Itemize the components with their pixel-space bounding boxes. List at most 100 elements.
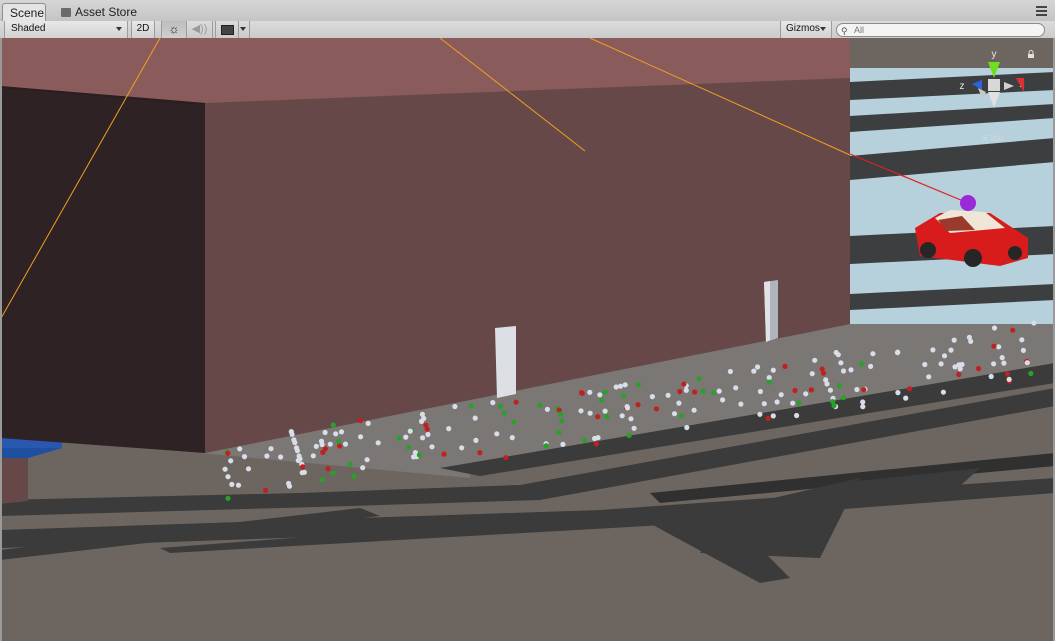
projection-toggle[interactable]: ≡ Iso bbox=[982, 133, 1004, 144]
particle-marker bbox=[225, 474, 231, 480]
scene-orientation-gizmo[interactable]: y z x bbox=[952, 48, 1036, 140]
particle-marker bbox=[624, 405, 631, 411]
tab-asset-store[interactable]: Asset Store bbox=[54, 3, 146, 21]
particle-marker bbox=[351, 473, 357, 479]
particle-marker bbox=[617, 383, 624, 389]
particle-marker bbox=[996, 344, 1002, 350]
particle-marker bbox=[604, 413, 610, 420]
particle-marker bbox=[556, 429, 562, 435]
gizmo-axis-z: z bbox=[960, 81, 965, 92]
particle-marker bbox=[716, 388, 722, 394]
gizmos-dropdown[interactable]: Gizmos bbox=[780, 21, 832, 38]
particle-marker bbox=[626, 432, 632, 439]
gizmos-label: Gizmos bbox=[786, 23, 820, 34]
particle-marker bbox=[848, 367, 854, 373]
particle-marker bbox=[1006, 376, 1012, 382]
chevron-down-icon bbox=[820, 27, 826, 31]
particle-marker bbox=[263, 487, 269, 493]
particle-marker bbox=[319, 477, 325, 483]
particle-marker bbox=[796, 400, 802, 406]
particle-marker bbox=[861, 387, 867, 393]
lighting-toggle-button[interactable]: ☼ bbox=[161, 21, 187, 38]
particle-marker bbox=[653, 406, 660, 412]
particle-marker bbox=[613, 384, 619, 390]
particle-marker bbox=[733, 385, 739, 391]
particle-marker bbox=[225, 495, 231, 501]
particle-marker bbox=[903, 395, 909, 401]
particle-marker bbox=[754, 364, 761, 370]
particle-marker bbox=[838, 360, 844, 366]
panel-menu-icon[interactable] bbox=[1036, 6, 1047, 16]
lock-icon[interactable] bbox=[1027, 50, 1035, 58]
particle-marker bbox=[827, 387, 834, 393]
particle-marker bbox=[365, 420, 371, 426]
particle-marker bbox=[968, 338, 974, 344]
particle-marker bbox=[803, 391, 809, 397]
toggle-2d-button[interactable]: 2D bbox=[131, 21, 155, 38]
menu-icon: ≡ bbox=[982, 133, 988, 144]
particle-marker bbox=[411, 454, 417, 460]
particle-marker bbox=[597, 392, 603, 398]
particle-marker bbox=[497, 403, 503, 409]
particle-marker bbox=[727, 368, 734, 375]
particle-marker bbox=[602, 408, 608, 414]
scene-render[interactable] bbox=[0, 38, 1055, 641]
gizmo-axis-y: y bbox=[992, 49, 997, 60]
particle-marker bbox=[956, 371, 962, 378]
particle-marker bbox=[396, 435, 402, 441]
particle-marker bbox=[264, 453, 270, 459]
particle-marker bbox=[587, 389, 593, 395]
image-icon bbox=[220, 25, 234, 35]
particle-marker bbox=[761, 401, 767, 407]
scene-toolbar: Shaded 2D ☼ ◀)) Gizmos ⚲ bbox=[0, 21, 1055, 39]
particle-marker bbox=[472, 415, 478, 421]
particle-marker bbox=[671, 411, 678, 417]
particle-marker bbox=[757, 388, 764, 395]
particle-marker bbox=[809, 371, 815, 377]
particle-marker bbox=[894, 350, 901, 356]
speaker-icon: ◀)) bbox=[191, 23, 208, 35]
particle-marker bbox=[424, 426, 430, 432]
particle-marker bbox=[922, 361, 928, 368]
particle-marker bbox=[868, 363, 874, 369]
particle-marker bbox=[222, 466, 228, 472]
particle-marker bbox=[325, 466, 331, 472]
particle-marker bbox=[991, 325, 998, 331]
particle-marker bbox=[360, 465, 366, 471]
tab-bar: Scene Asset Store bbox=[0, 0, 1055, 22]
search-input[interactable] bbox=[854, 24, 1034, 36]
particle-marker bbox=[782, 363, 788, 369]
particle-marker bbox=[619, 413, 625, 419]
effects-toggle-button[interactable] bbox=[215, 21, 239, 38]
particle-marker bbox=[511, 419, 517, 425]
particle-marker bbox=[1004, 371, 1011, 377]
particle-marker bbox=[860, 399, 866, 405]
particle-marker bbox=[792, 387, 798, 394]
tab-scene[interactable]: Scene bbox=[2, 3, 46, 21]
search-field[interactable]: ⚲ bbox=[836, 23, 1045, 37]
particle-marker bbox=[757, 411, 763, 417]
particle-marker bbox=[319, 441, 325, 448]
particle-marker bbox=[543, 443, 549, 449]
particle-marker bbox=[770, 413, 776, 419]
particle-marker bbox=[357, 417, 363, 424]
particle-marker bbox=[833, 349, 839, 356]
particle-marker bbox=[948, 347, 954, 353]
effects-menu-button[interactable] bbox=[239, 21, 250, 38]
draw-mode-dropdown[interactable]: Shaded bbox=[4, 21, 128, 38]
audio-toggle-button[interactable]: ◀)) bbox=[187, 21, 213, 38]
particle-marker bbox=[509, 435, 515, 441]
particle-marker bbox=[560, 441, 566, 447]
particle-marker bbox=[840, 368, 847, 374]
particle-marker bbox=[812, 357, 818, 363]
particle-marker bbox=[513, 399, 519, 405]
particle-marker bbox=[342, 441, 349, 447]
particle-marker bbox=[477, 450, 483, 456]
particle-marker bbox=[628, 416, 634, 422]
scene-viewport[interactable]: y z x ≡ Iso bbox=[0, 38, 1055, 641]
search-icon: ⚲ bbox=[841, 26, 848, 36]
particle-marker bbox=[1019, 337, 1025, 343]
particle-marker bbox=[278, 454, 284, 460]
store-icon bbox=[61, 8, 71, 17]
particle-marker bbox=[578, 408, 584, 414]
